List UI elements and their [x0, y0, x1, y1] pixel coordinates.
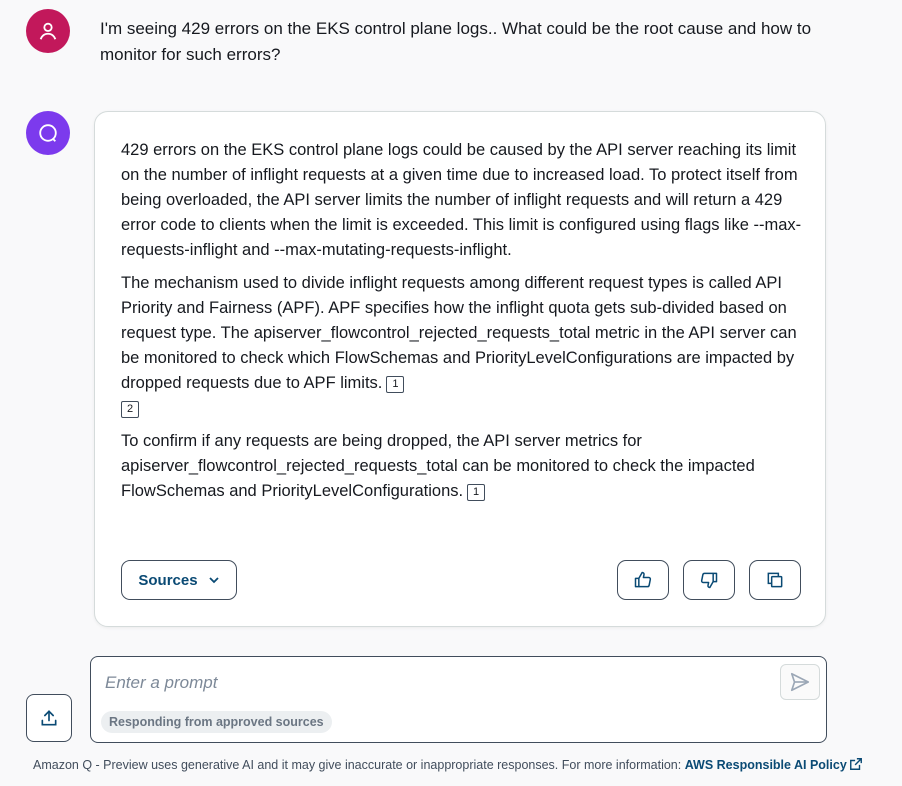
user-avatar: [26, 9, 70, 53]
external-link-icon: [849, 758, 862, 770]
assistant-avatar: [26, 111, 70, 155]
response-body: 429 errors on the EKS control plane logs…: [121, 138, 811, 512]
citation-ref[interactable]: 1: [467, 484, 486, 501]
assistant-response-card: 429 errors on the EKS control plane logs…: [94, 111, 826, 627]
copy-button[interactable]: [749, 560, 801, 600]
response-paragraph-2: The mechanism used to divide inflight re…: [121, 271, 811, 421]
prompt-container: Responding from approved sources: [90, 656, 827, 743]
responsible-ai-policy-label: AWS Responsible AI Policy: [684, 758, 847, 772]
upload-icon: [41, 710, 57, 726]
thumbs-up-button[interactable]: [617, 560, 669, 600]
approved-sources-badge: Responding from approved sources: [101, 711, 332, 733]
thumbs-up-icon: [634, 571, 652, 588]
citation-ref[interactable]: 1: [386, 376, 405, 393]
user-icon: [39, 22, 57, 40]
citation-ref[interactable]: 2: [121, 401, 139, 418]
chevron-down-icon: [208, 577, 219, 584]
copy-icon: [767, 572, 783, 588]
upload-button[interactable]: [26, 694, 72, 742]
prompt-input[interactable]: [103, 667, 767, 699]
response-paragraph-1: 429 errors on the EKS control plane logs…: [121, 141, 802, 259]
thumbs-down-icon: [700, 572, 718, 589]
user-message: I'm seeing 429 errors on the EKS control…: [100, 19, 812, 64]
response-paragraph-2-text: The mechanism used to divide inflight re…: [121, 274, 797, 392]
sources-label: Sources: [138, 571, 198, 589]
chat-bubble-icon: [39, 124, 57, 142]
sources-dropdown-button[interactable]: Sources: [121, 560, 237, 600]
footer-text: Amazon Q - Preview uses generative AI an…: [33, 758, 685, 772]
responsible-ai-policy-link[interactable]: AWS Responsible AI Policy: [685, 758, 863, 772]
thumbs-down-button[interactable]: [683, 560, 735, 600]
send-button[interactable]: [780, 664, 820, 700]
send-icon: [790, 672, 810, 692]
footer-disclaimer: Amazon Q - Preview uses generative AI an…: [33, 757, 898, 772]
response-paragraph-3-text: To confirm if any requests are being dro…: [121, 432, 755, 500]
response-paragraph-3: To confirm if any requests are being dro…: [121, 429, 811, 504]
